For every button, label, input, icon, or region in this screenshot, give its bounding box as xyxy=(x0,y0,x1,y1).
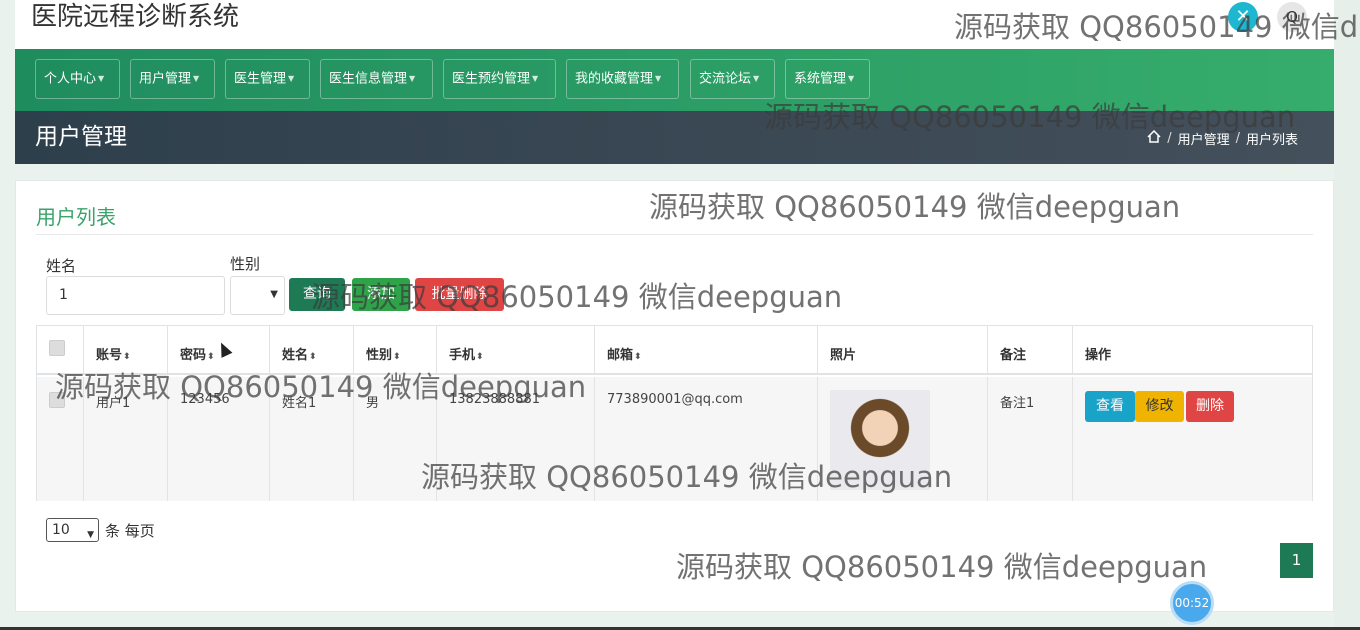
name-label: 姓名 xyxy=(46,257,77,275)
chevron-down-icon: ▼ xyxy=(270,289,278,300)
view-button[interactable]: 查看 xyxy=(1085,391,1135,422)
caret-down-icon: ▼ xyxy=(532,74,539,83)
header-cell: 备注 xyxy=(988,326,1073,373)
page-size-value: 10 xyxy=(52,522,70,538)
app-title: 医院远程诊断系统 xyxy=(31,2,240,32)
nav-label: 医生信息管理 xyxy=(329,71,408,87)
watermark-text: 源码获取 QQ86050149 微信deepguan xyxy=(311,280,843,314)
caret-down-icon: ▼ xyxy=(753,74,760,83)
caret-down-icon: ▼ xyxy=(288,74,295,83)
caret-down-icon: ▼ xyxy=(848,74,855,83)
divider xyxy=(36,234,1313,235)
watermark-text: 源码获取 QQ86050149 微信deepguan xyxy=(649,190,1181,224)
column-header: 性别 xyxy=(366,348,393,363)
chevron-down-icon: ▼ xyxy=(87,530,94,540)
nav-item-favorites[interactable]: 我的收藏管理 ▼ xyxy=(566,59,679,99)
column-header: 照片 xyxy=(830,348,857,363)
watermark-text: 源码获取 QQ86050149 微信deepguan xyxy=(764,100,1296,134)
column-header: 手机 xyxy=(449,348,476,363)
per-page-label: 条 每页 xyxy=(105,521,155,540)
nav-item-personal[interactable]: 个人中心 ▼ xyxy=(35,59,120,99)
cell-email: 773890001@qq.com xyxy=(607,392,743,407)
window-edge xyxy=(1334,0,1360,630)
name-search-input[interactable]: 1 xyxy=(46,276,225,315)
header-cell[interactable]: 邮箱⬍ xyxy=(595,326,818,373)
column-header: 邮箱 xyxy=(607,348,634,363)
page-title: 用户管理 xyxy=(35,124,127,150)
nav-item-appointments[interactable]: 医生预约管理 ▼ xyxy=(443,59,556,99)
nav-item-system[interactable]: 系统管理 ▼ xyxy=(785,59,870,99)
page-button-current[interactable]: 1 xyxy=(1280,543,1313,578)
sort-icon: ⬍ xyxy=(634,352,642,362)
nav-item-doctors[interactable]: 医生管理 ▼ xyxy=(225,59,310,99)
caret-down-icon: ▼ xyxy=(409,74,416,83)
watermark-text: 源码获取 QQ86050149 微信deepguan xyxy=(676,550,1208,584)
column-header: 账号 xyxy=(96,348,123,363)
edit-button[interactable]: 修改 xyxy=(1135,391,1184,422)
nav-item-doctor-info[interactable]: 医生信息管理 ▼ xyxy=(320,59,433,99)
watermark-text: 源码获取 QQ86050149 微信d xyxy=(954,10,1359,44)
sort-icon: ⬍ xyxy=(123,352,131,362)
header-cell: 照片 xyxy=(818,326,988,373)
cell-note: 备注1 xyxy=(1000,396,1035,411)
recording-timer[interactable]: 00:52 xyxy=(1170,581,1214,625)
nav-label: 用户管理 xyxy=(139,71,192,87)
select-all-checkbox[interactable] xyxy=(49,340,65,356)
nav-label: 个人中心 xyxy=(44,71,97,87)
sort-icon: ⬍ xyxy=(393,352,401,362)
column-header: 姓名 xyxy=(282,348,309,363)
card-title: 用户列表 xyxy=(36,205,116,229)
caret-down-icon: ▼ xyxy=(193,74,200,83)
watermark-text: 源码获取 QQ86050149 微信deepguan xyxy=(421,460,953,494)
column-header: 操作 xyxy=(1085,348,1112,363)
page-size-control: 10 ▼ 条 每页 xyxy=(46,518,155,542)
sort-icon: ⬍ xyxy=(207,352,215,362)
watermark-text: 源码获取 QQ86050149 微信deepguan xyxy=(55,370,587,404)
nav-label: 交流论坛 xyxy=(699,71,752,87)
nav-label: 我的收藏管理 xyxy=(575,71,654,87)
caret-down-icon: ▼ xyxy=(655,74,662,83)
gender-label: 性别 xyxy=(230,255,261,273)
column-header: 密码 xyxy=(180,348,207,363)
row-cell: 备注1 xyxy=(988,377,1073,501)
nav-item-forum[interactable]: 交流论坛 ▼ xyxy=(690,59,775,99)
nav-label: 系统管理 xyxy=(794,71,847,87)
gender-select[interactable]: ▼ xyxy=(230,276,285,315)
column-header: 备注 xyxy=(1000,348,1027,363)
sort-icon: ⬍ xyxy=(476,352,484,362)
page-size-select[interactable]: 10 ▼ xyxy=(46,518,99,542)
nav-label: 医生管理 xyxy=(234,71,287,87)
header-cell: 操作 xyxy=(1073,326,1314,373)
nav-item-users[interactable]: 用户管理 ▼ xyxy=(130,59,215,99)
caret-down-icon: ▼ xyxy=(98,74,105,83)
sort-icon: ⬍ xyxy=(309,352,317,362)
delete-button[interactable]: 删除 xyxy=(1186,391,1234,422)
nav-label: 医生预约管理 xyxy=(452,71,531,87)
